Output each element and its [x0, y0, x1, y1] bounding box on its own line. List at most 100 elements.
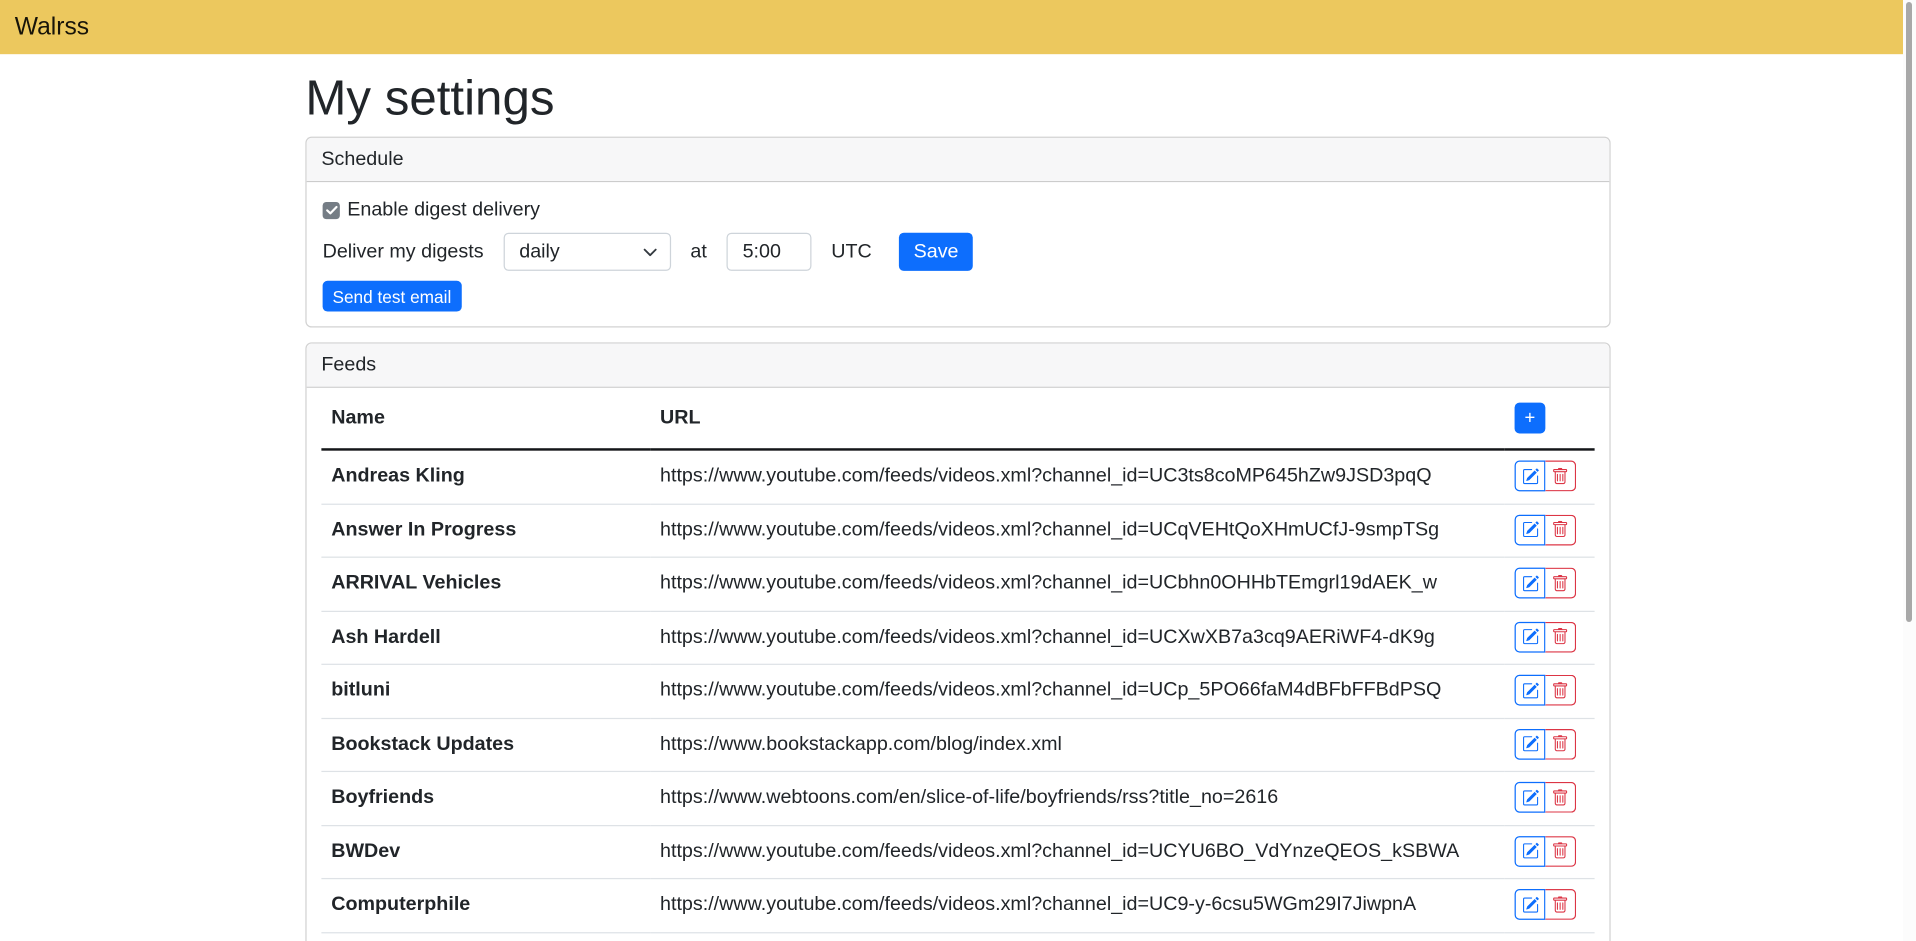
- edit-feed-button[interactable]: [1515, 461, 1546, 492]
- deliver-label: Deliver my digests: [323, 241, 484, 263]
- trash-icon: [1552, 842, 1569, 859]
- time-value: 5:00: [743, 241, 781, 263]
- column-header-actions: +: [1505, 388, 1595, 450]
- edit-feed-button[interactable]: [1515, 568, 1546, 599]
- feed-name: Bookstack Updates: [321, 718, 650, 772]
- check-icon: [324, 203, 338, 217]
- trash-icon: [1552, 521, 1569, 538]
- edit-feed-button[interactable]: [1515, 621, 1546, 652]
- feed-actions: [1505, 611, 1595, 665]
- delete-feed-button[interactable]: [1545, 514, 1576, 545]
- feed-action-group: [1515, 889, 1577, 920]
- edit-feed-button[interactable]: [1515, 514, 1546, 545]
- delete-feed-button[interactable]: [1545, 728, 1576, 759]
- feed-actions: [1505, 449, 1595, 503]
- trash-icon: [1552, 467, 1569, 484]
- feed-name: Ash Hardell: [321, 611, 650, 665]
- edit-feed-button[interactable]: [1515, 675, 1546, 706]
- edit-feed-button[interactable]: [1515, 835, 1546, 866]
- feed-name: BWDev: [321, 825, 650, 879]
- feeds-card-body: Name URL + And: [307, 388, 1610, 941]
- pencil-square-icon: [1521, 682, 1538, 699]
- trash-icon: [1552, 682, 1569, 699]
- page-root: Walrss My settings Schedule Enable diges…: [0, 0, 1916, 941]
- delivery-controls-row: Deliver my digests daily at 5:00 UTC Sav…: [323, 233, 1594, 271]
- feed-name: Computerphile: [321, 879, 650, 933]
- feed-name: ARRIVAL Vehicles: [321, 557, 650, 611]
- trash-icon: [1552, 735, 1569, 752]
- table-row: Ash Hardell https://www.youtube.com/feed…: [321, 611, 1594, 665]
- frequency-value: daily: [519, 241, 560, 263]
- trash-icon: [1552, 628, 1569, 645]
- trash-icon: [1552, 896, 1569, 913]
- column-header-name: Name: [321, 388, 650, 450]
- time-select[interactable]: 5:00: [727, 233, 812, 271]
- delete-feed-button[interactable]: [1545, 568, 1576, 599]
- feed-actions: [1505, 879, 1595, 933]
- feed-name: Andreas Kling: [321, 449, 650, 503]
- feed-actions: [1505, 771, 1595, 825]
- feed-actions: [1505, 504, 1595, 558]
- feed-actions: [1505, 664, 1595, 718]
- edit-feed-button[interactable]: [1515, 782, 1546, 813]
- feed-name: Fireship: [321, 932, 650, 941]
- plus-icon: +: [1525, 409, 1536, 427]
- page-title: My settings: [305, 71, 1610, 125]
- delete-feed-button[interactable]: [1545, 835, 1576, 866]
- table-row: Answer In Progress https://www.youtube.c…: [321, 504, 1594, 558]
- feed-action-group: [1515, 514, 1577, 545]
- pencil-square-icon: [1521, 467, 1538, 484]
- feed-name: Answer In Progress: [321, 504, 650, 558]
- enable-digest-checkbox[interactable]: [323, 201, 340, 218]
- feeds-table: Name URL + And: [321, 388, 1594, 941]
- pencil-square-icon: [1521, 735, 1538, 752]
- feed-action-group: [1515, 675, 1577, 706]
- delete-feed-button[interactable]: [1545, 621, 1576, 652]
- feed-action-group: [1515, 461, 1577, 492]
- feed-action-group: [1515, 568, 1577, 599]
- save-button[interactable]: Save: [899, 233, 973, 271]
- timezone-label: UTC: [831, 241, 872, 263]
- feed-url: https://www.bookstackapp.com/blog/index.…: [650, 718, 1505, 772]
- table-row: ARRIVAL Vehicles https://www.youtube.com…: [321, 557, 1594, 611]
- feed-actions: [1505, 932, 1595, 941]
- pencil-square-icon: [1521, 521, 1538, 538]
- feed-url: https://www.youtube.com/feeds/videos.xml…: [650, 611, 1505, 665]
- schedule-card-body: Enable digest delivery Deliver my digest…: [307, 182, 1610, 326]
- delete-feed-button[interactable]: [1545, 461, 1576, 492]
- delete-feed-button[interactable]: [1545, 675, 1576, 706]
- feed-actions: [1505, 557, 1595, 611]
- table-row: BWDev https://www.youtube.com/feeds/vide…: [321, 825, 1594, 879]
- feed-url: https://www.youtube.com/feeds/videos.xml…: [650, 879, 1505, 933]
- table-row: Computerphile https://www.youtube.com/fe…: [321, 879, 1594, 933]
- feed-name: bitluni: [321, 664, 650, 718]
- feed-action-group: [1515, 621, 1577, 652]
- pencil-square-icon: [1521, 896, 1538, 913]
- feed-actions: [1505, 718, 1595, 772]
- table-row: Boyfriends https://www.webtoons.com/en/s…: [321, 771, 1594, 825]
- add-feed-button[interactable]: +: [1515, 403, 1546, 434]
- pencil-square-icon: [1521, 574, 1538, 591]
- trash-icon: [1552, 789, 1569, 806]
- scrollbar-thumb[interactable]: [1906, 2, 1912, 622]
- feed-url: https://www.youtube.com/feeds/videos.xml…: [650, 932, 1505, 941]
- table-row: bitluni https://www.youtube.com/feeds/vi…: [321, 664, 1594, 718]
- delete-feed-button[interactable]: [1545, 782, 1576, 813]
- feed-url: https://www.youtube.com/feeds/videos.xml…: [650, 504, 1505, 558]
- pencil-square-icon: [1521, 789, 1538, 806]
- feed-action-group: [1515, 835, 1577, 866]
- table-row: Fireship https://www.youtube.com/feeds/v…: [321, 932, 1594, 941]
- edit-feed-button[interactable]: [1515, 728, 1546, 759]
- trash-icon: [1552, 574, 1569, 591]
- edit-feed-button[interactable]: [1515, 889, 1546, 920]
- frequency-select[interactable]: daily: [503, 233, 670, 271]
- delete-feed-button[interactable]: [1545, 889, 1576, 920]
- enable-digest-label[interactable]: Enable digest delivery: [347, 199, 540, 221]
- send-test-email-button[interactable]: Send test email: [323, 281, 462, 312]
- brand-link[interactable]: Walrss: [15, 13, 89, 41]
- schedule-card: Schedule Enable digest delivery Deliver …: [305, 137, 1610, 328]
- top-navbar: Walrss: [0, 0, 1916, 54]
- feed-url: https://www.youtube.com/feeds/videos.xml…: [650, 664, 1505, 718]
- schedule-card-header: Schedule: [307, 138, 1610, 182]
- feed-url: https://www.youtube.com/feeds/videos.xml…: [650, 557, 1505, 611]
